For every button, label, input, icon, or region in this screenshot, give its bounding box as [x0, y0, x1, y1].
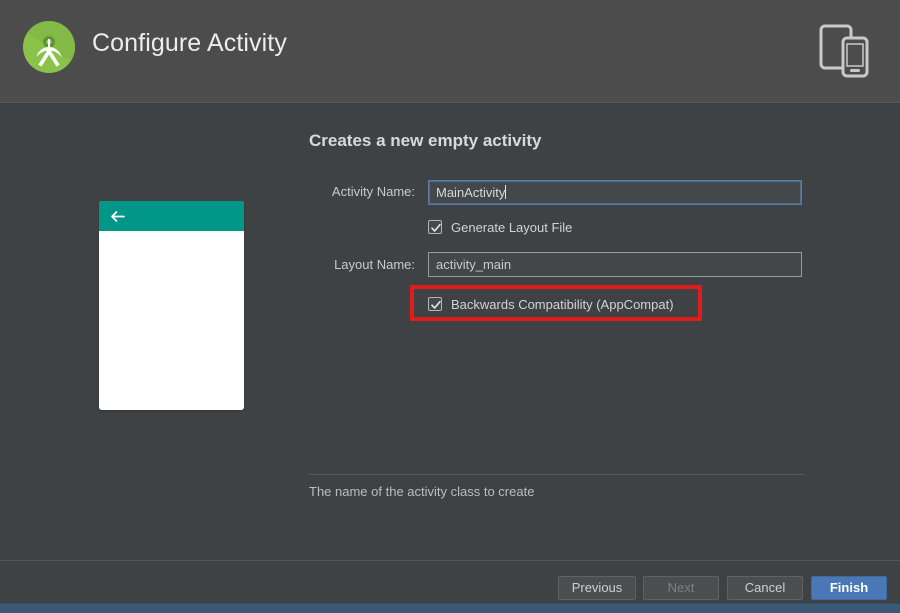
- generate-layout-file-checkbox[interactable]: Generate Layout File: [428, 218, 572, 236]
- android-studio-logo-icon: [21, 19, 77, 75]
- previous-button[interactable]: Previous: [558, 576, 636, 600]
- bottom-status-strip: [0, 603, 900, 613]
- form-heading: Creates a new empty activity: [309, 131, 542, 150]
- activity-name-label: Activity Name:: [331, 184, 415, 199]
- checkbox-icon: [428, 220, 442, 234]
- layout-name-value: activity_main: [436, 257, 512, 272]
- checkbox-icon: [428, 297, 442, 311]
- dialog-footer: Previous Next Cancel Finish: [0, 561, 900, 603]
- next-button: Next: [643, 576, 719, 600]
- backwards-compatibility-label: Backwards Compatibility (AppCompat): [451, 296, 674, 312]
- backwards-compatibility-checkbox[interactable]: Backwards Compatibility (AppCompat): [428, 295, 674, 313]
- preview-body: [99, 231, 244, 410]
- page-title: Configure Activity: [92, 29, 287, 57]
- hint-text: The name of the activity class to create: [309, 484, 535, 499]
- activity-name-input[interactable]: MainActivity: [428, 180, 802, 205]
- dialog-content: Creates a new empty activity Activity Na…: [0, 104, 900, 560]
- text-caret: [505, 185, 507, 199]
- activity-name-value: MainActivity: [436, 185, 506, 200]
- back-arrow-icon: [109, 208, 126, 225]
- cancel-button[interactable]: Cancel: [727, 576, 803, 600]
- activity-preview: [99, 201, 244, 410]
- hint-separator: [309, 474, 805, 475]
- layout-name-label: Layout Name:: [334, 257, 415, 272]
- preview-appbar: [99, 201, 244, 231]
- generate-layout-file-label: Generate Layout File: [451, 219, 573, 235]
- finish-button[interactable]: Finish: [811, 576, 887, 600]
- tablet-and-phone-icon: [807, 16, 877, 86]
- layout-name-input[interactable]: activity_main: [428, 252, 802, 277]
- dialog-header: Configure Activity: [0, 0, 900, 103]
